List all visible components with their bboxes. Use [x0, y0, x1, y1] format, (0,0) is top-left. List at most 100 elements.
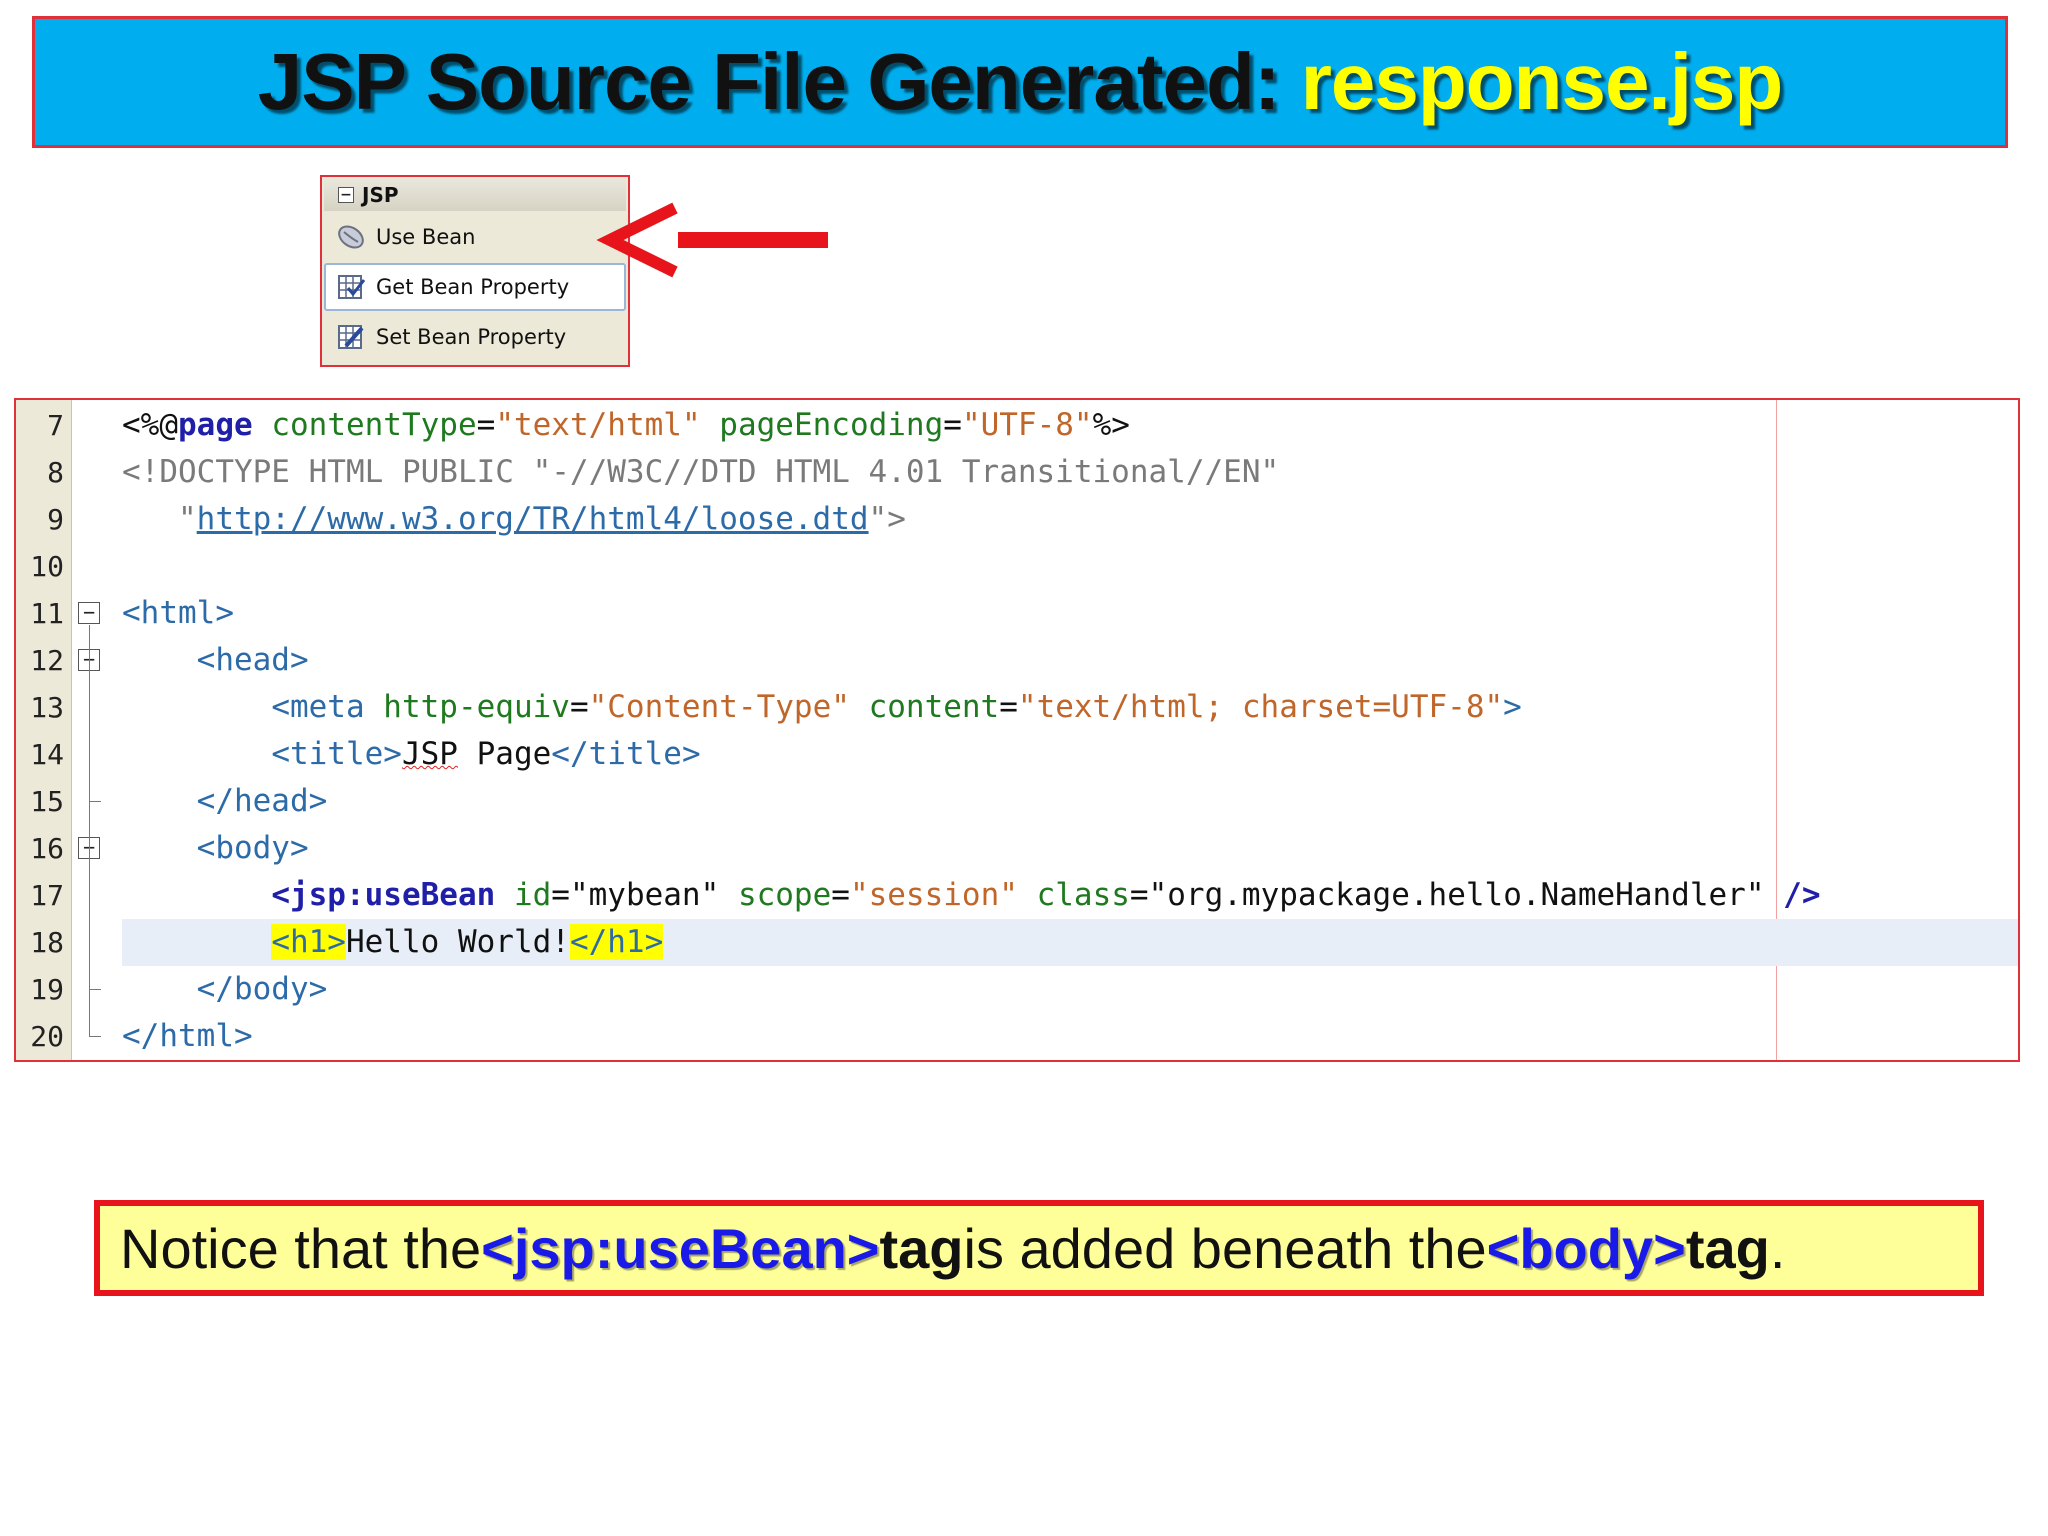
code-token: </body>: [196, 971, 328, 1007]
code-token: <head>: [196, 642, 309, 678]
code-token: "org.mypackage.hello.NameHandler": [1148, 877, 1765, 913]
palette-item-label: Set Bean Property: [376, 325, 567, 349]
code-line[interactable]: 14 <title>JSP Page</title>: [16, 731, 2018, 778]
fold-end-marker: [89, 989, 101, 990]
palette-item-label: Use Bean: [376, 225, 476, 249]
pointer-arrow-icon: [596, 202, 828, 278]
collapse-icon[interactable]: −: [338, 187, 354, 203]
palette-category-jsp[interactable]: − JSP: [324, 179, 626, 211]
code-token: contentType: [271, 407, 477, 443]
code-token: ">: [868, 501, 906, 537]
code-text: <jsp:useBean id="mybean" scope="session"…: [122, 872, 1821, 919]
code-token: =: [1129, 877, 1149, 913]
code-token: content: [868, 689, 1000, 725]
code-text: </html>: [122, 1013, 253, 1060]
code-text: <html>: [122, 590, 234, 637]
jsp-palette: − JSP Use Bean Get Bean Property Set Bea…: [320, 175, 630, 367]
code-token: =: [569, 689, 589, 725]
code-line[interactable]: 7 <%@page contentType="text/html" pageEnc…: [16, 402, 2018, 449]
slide-title: JSP Source File Generated: response.jsp: [257, 36, 1784, 128]
code-text: </head>: [122, 778, 328, 825]
code-line[interactable]: 17 <jsp:useBean id="mybean" scope="sessi…: [16, 872, 2018, 919]
code-token: http-equiv: [383, 689, 570, 725]
line-number: 18: [30, 926, 64, 959]
code-text: <%@page contentType="text/html" pageEnco…: [122, 402, 1130, 449]
code-text: <body>: [122, 825, 309, 872]
note-prefix: Notice that the: [120, 1216, 482, 1280]
code-token: />: [1783, 877, 1821, 913]
line-number: 9: [47, 503, 64, 536]
fold-guide-line: [89, 672, 90, 801]
palette-item-get-bean-property[interactable]: Get Bean Property: [324, 263, 626, 311]
line-number: 11: [30, 597, 64, 630]
code-line[interactable]: 19 </body>: [16, 966, 2018, 1013]
code-line[interactable]: 10: [16, 543, 2018, 590]
palette-item-use-bean[interactable]: Use Bean: [324, 213, 626, 261]
code-line[interactable]: 20 </html>: [16, 1013, 2018, 1060]
code-token: class: [1036, 877, 1130, 913]
code-token: "text/html; charset=UTF-8": [1017, 689, 1504, 725]
code-token: <!DOCTYPE HTML PUBLIC "-//W3C//DTD HTML …: [122, 454, 1280, 490]
code-token: </h1>: [569, 924, 664, 960]
code-token: <meta: [271, 689, 384, 725]
code-token: =: [831, 877, 850, 913]
code-token: ": [122, 501, 197, 537]
line-number: 12: [30, 644, 64, 677]
line-number: 13: [30, 691, 64, 724]
code-token: <h1>: [271, 924, 346, 960]
code-line[interactable]: 8 <!DOCTYPE HTML PUBLIC "-//W3C//DTD HTML…: [16, 449, 2018, 496]
title-main-text: JSP Source File Generated:: [257, 37, 1301, 126]
code-line[interactable]: 9 "http://www.w3.org/TR/html4/loose.dtd"…: [16, 496, 2018, 543]
code-token: <jsp:useBean: [271, 877, 496, 913]
line-number: 16: [30, 832, 64, 865]
title-file-name: response.jsp: [1300, 37, 1784, 126]
line-number: 7: [47, 409, 64, 442]
note-word-tag: tag: [1685, 1216, 1770, 1280]
code-line[interactable]: 18 <h1>Hello World!</h1>: [16, 919, 2018, 966]
line-number: 15: [30, 785, 64, 818]
fold-guide-line: [89, 860, 90, 989]
code-text: <meta http-equiv="Content-Type" content=…: [122, 684, 1522, 731]
fold-end-marker: [89, 801, 101, 802]
code-token: Hello World!: [345, 924, 570, 960]
code-token: "session": [849, 877, 1018, 913]
note-suffix: .: [1769, 1216, 1786, 1280]
palette-item-set-bean-property[interactable]: Set Bean Property: [324, 313, 626, 361]
fold-toggle-icon[interactable]: −: [78, 602, 100, 624]
note-tag-usebean: <jsp:useBean>: [481, 1216, 880, 1280]
code-editor[interactable]: 7 <%@page contentType="text/html" pageEnc…: [14, 398, 2020, 1062]
note-word-tag: tag: [879, 1216, 964, 1280]
code-line[interactable]: 13 <meta http-equiv="Content-Type" conte…: [16, 684, 2018, 731]
code-token: %>: [1092, 407, 1130, 443]
code-token: <title>: [271, 736, 402, 772]
code-text: <title>JSP Page</title>: [122, 731, 700, 778]
code-line[interactable]: 16 <body>: [16, 825, 2018, 872]
palette-category-label: JSP: [362, 183, 399, 207]
code-line[interactable]: 15 </head>: [16, 778, 2018, 825]
code-text: <h1>Hello World!</h1>: [122, 919, 664, 966]
code-token: =: [551, 877, 570, 913]
code-token: "UTF-8": [961, 407, 1093, 443]
code-token: id: [513, 877, 552, 913]
code-token: =: [999, 689, 1018, 725]
code-token: page: [178, 407, 253, 443]
code-token: =: [943, 407, 962, 443]
code-token: </head>: [196, 783, 328, 819]
code-text: <head>: [122, 637, 309, 684]
code-line[interactable]: 11 <html>: [16, 590, 2018, 637]
code-token: JSP: [401, 736, 458, 772]
code-token: scope: [737, 877, 832, 913]
code-token: "mybean": [569, 877, 720, 913]
set-property-icon: [336, 322, 366, 352]
code-line[interactable]: 12 <head>: [16, 637, 2018, 684]
